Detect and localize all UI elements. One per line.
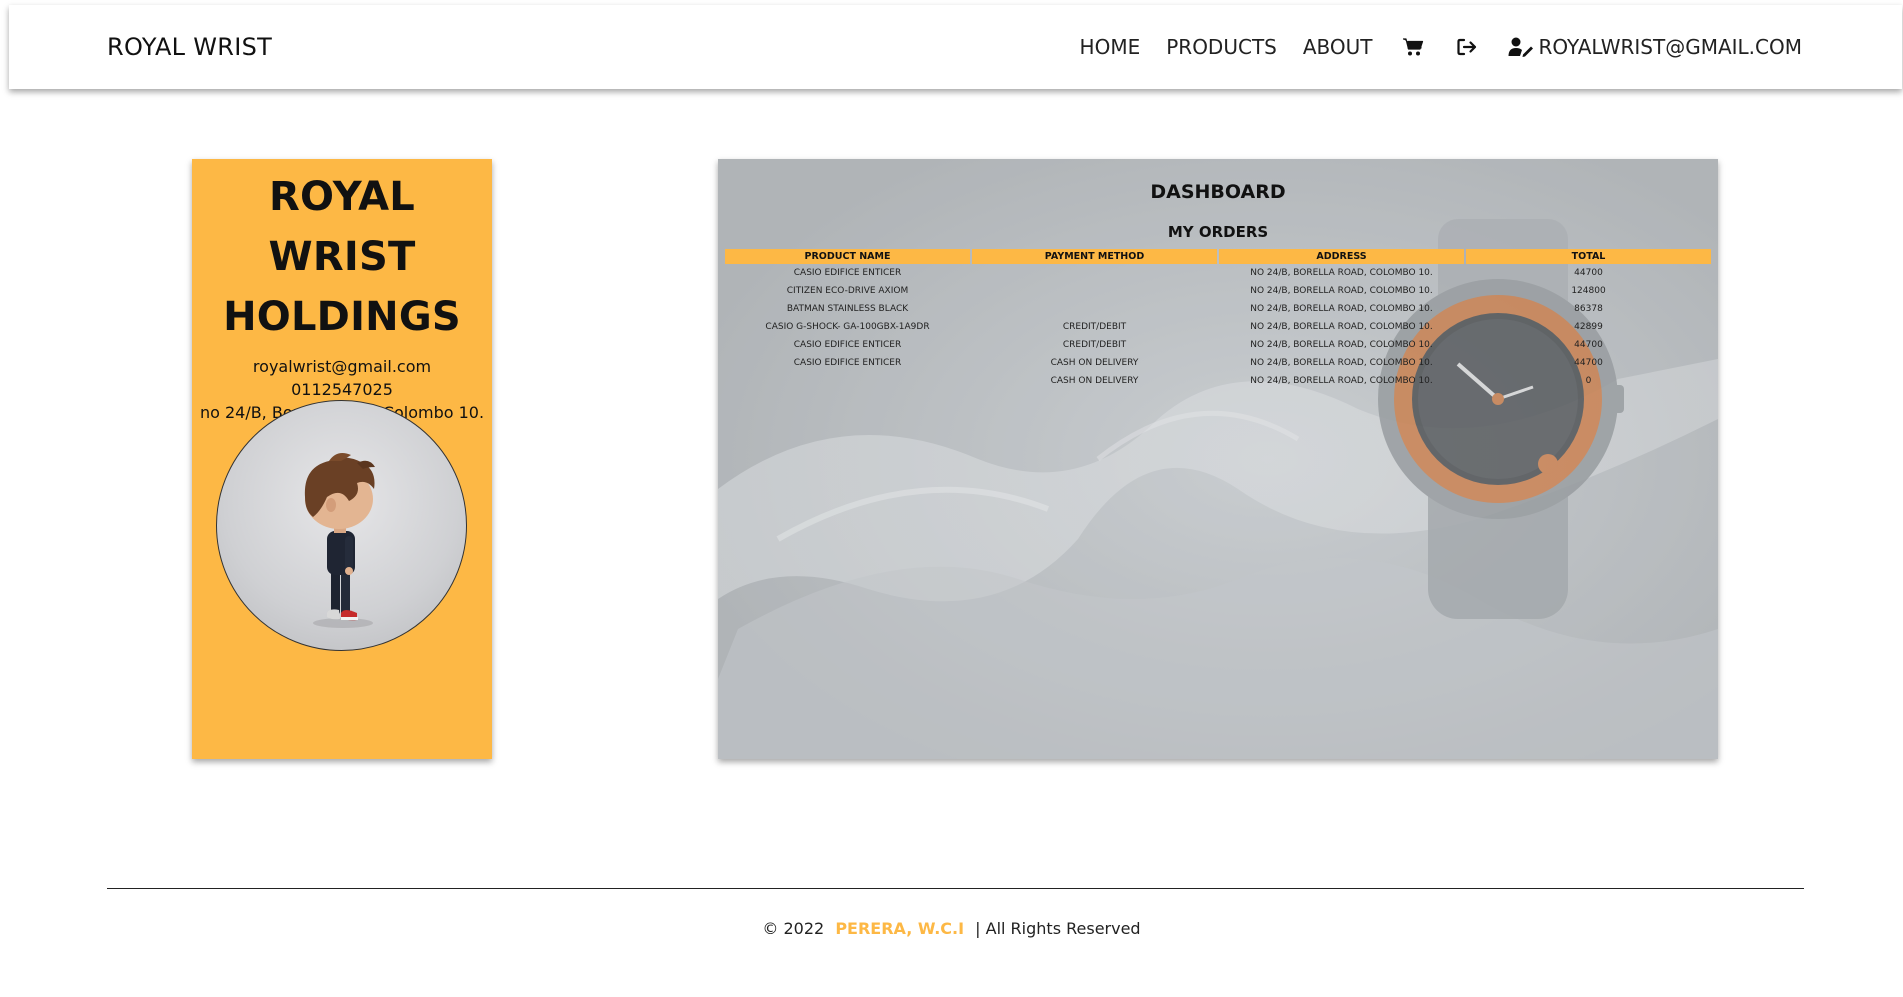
cell-address: NO 24/B, BORELLA ROAD, COLOMBO 10. xyxy=(1250,358,1433,368)
table-row: CITIZEN ECO-DRIVE AXIOM NO 24/B, BORELLA… xyxy=(725,282,1711,300)
dashboard-content: DASHBOARD MY ORDERS PRODUCT NAME PAYMENT… xyxy=(718,159,1718,759)
cell-payment-method xyxy=(972,300,1217,318)
cell-product-name: BATMAN STAINLESS BLACK xyxy=(786,304,909,314)
brand-logo[interactable]: ROYAL WRIST xyxy=(107,5,272,89)
user-account-link[interactable]: ROYALWRIST@GMAIL.COM xyxy=(1507,33,1802,61)
column-total[interactable]: TOTAL xyxy=(1466,249,1711,264)
footer-author-link[interactable]: PERERA, W.C.I xyxy=(835,919,964,938)
cell-total: 86378 xyxy=(1574,304,1603,314)
column-product-name[interactable]: PRODUCT NAME xyxy=(725,249,970,264)
table-row: CASH ON DELIVERY NO 24/B, BORELLA ROAD, … xyxy=(725,372,1711,390)
cell-address: NO 24/B, BORELLA ROAD, COLOMBO 10. xyxy=(1250,322,1433,332)
cell-product-name: CASIO EDIFICE ENTICER xyxy=(793,358,902,368)
orders-table: PRODUCT NAME PAYMENT METHOD ADDRESS TOTA… xyxy=(723,249,1713,390)
orders-table-header: PRODUCT NAME PAYMENT METHOD ADDRESS TOTA… xyxy=(725,249,1711,264)
company-name-line1: ROYAL WRIST xyxy=(268,174,416,280)
column-payment-method[interactable]: PAYMENT METHOD xyxy=(972,249,1217,264)
footer: © 2022 PERERA, W.C.I | All Rights Reserv… xyxy=(0,919,1903,938)
company-profile-card: ROYAL WRIST HOLDINGS royalwrist@gmail.co… xyxy=(192,159,492,759)
user-edit-icon xyxy=(1507,33,1535,61)
cell-total: 44700 xyxy=(1574,340,1603,350)
cell-payment-method xyxy=(972,282,1217,300)
nav-products-link[interactable]: PRODUCTS xyxy=(1166,35,1277,59)
table-row: CASIO EDIFICE ENTICER CREDIT/DEBIT NO 24… xyxy=(725,336,1711,354)
table-row: CASIO G-SHOCK- GA-100GBX-1A9DR CREDIT/DE… xyxy=(725,318,1711,336)
company-name: ROYAL WRIST HOLDINGS xyxy=(192,167,492,347)
cell-product-name: CASIO EDIFICE ENTICER xyxy=(793,268,902,278)
company-phone: 0112547025 xyxy=(291,380,393,399)
nav-about-link[interactable]: ABOUT xyxy=(1303,35,1373,59)
copyright-year: © 2022 xyxy=(762,919,825,938)
cell-address: NO 24/B, BORELLA ROAD, COLOMBO 10. xyxy=(1250,376,1433,386)
cell-address: NO 24/B, BORELLA ROAD, COLOMBO 10. xyxy=(1250,304,1433,314)
company-email: royalwrist@gmail.com xyxy=(252,357,432,376)
user-email: ROYALWRIST@GMAIL.COM xyxy=(1538,35,1802,59)
cell-payment-method: CREDIT/DEBIT xyxy=(1062,322,1127,332)
navbar: ROYAL WRIST HOME PRODUCTS ABOUT ROYALWRI… xyxy=(9,5,1902,89)
rights-reserved: | All Rights Reserved xyxy=(975,919,1141,938)
company-name-line2: HOLDINGS xyxy=(223,294,461,340)
cell-total: 124800 xyxy=(1571,286,1606,296)
avatar xyxy=(216,400,467,651)
cell-address: NO 24/B, BORELLA ROAD, COLOMBO 10. xyxy=(1250,268,1433,278)
table-row: CASIO EDIFICE ENTICER CASH ON DELIVERY N… xyxy=(725,354,1711,372)
cell-total: 42899 xyxy=(1574,322,1603,332)
dashboard-panel: DASHBOARD MY ORDERS PRODUCT NAME PAYMENT… xyxy=(718,159,1718,759)
column-address[interactable]: ADDRESS xyxy=(1219,249,1464,264)
cell-address: NO 24/B, BORELLA ROAD, COLOMBO 10. xyxy=(1250,340,1433,350)
cell-total: 44700 xyxy=(1574,268,1603,278)
cart-icon[interactable] xyxy=(1399,33,1427,61)
cell-total: 0 xyxy=(1585,376,1592,386)
orders-heading: MY ORDERS xyxy=(1167,223,1269,241)
table-row: BATMAN STAINLESS BLACK NO 24/B, BORELLA … xyxy=(725,300,1711,318)
dashboard-title: DASHBOARD xyxy=(1150,181,1286,203)
cell-payment-method: CASH ON DELIVERY xyxy=(1050,358,1139,368)
cell-total: 44700 xyxy=(1574,358,1603,368)
table-row: CASIO EDIFICE ENTICER NO 24/B, BORELLA R… xyxy=(725,264,1711,282)
cell-payment-method xyxy=(972,264,1217,282)
cell-product-name: CITIZEN ECO-DRIVE AXIOM xyxy=(786,286,909,296)
cell-payment-method: CASH ON DELIVERY xyxy=(1050,376,1139,386)
cell-product-name: CASIO EDIFICE ENTICER xyxy=(793,340,902,350)
logout-icon[interactable] xyxy=(1453,33,1481,61)
cell-payment-method: CREDIT/DEBIT xyxy=(1062,340,1127,350)
cell-product-name: CASIO G-SHOCK- GA-100GBX-1A9DR xyxy=(765,322,930,332)
cell-product-name xyxy=(725,372,970,390)
footer-divider xyxy=(107,888,1804,889)
cell-address: NO 24/B, BORELLA ROAD, COLOMBO 10. xyxy=(1250,286,1433,296)
nav-menu: HOME PRODUCTS ABOUT ROYALWRIST@GMAIL.COM xyxy=(1080,5,1802,89)
nav-home-link[interactable]: HOME xyxy=(1080,35,1141,59)
